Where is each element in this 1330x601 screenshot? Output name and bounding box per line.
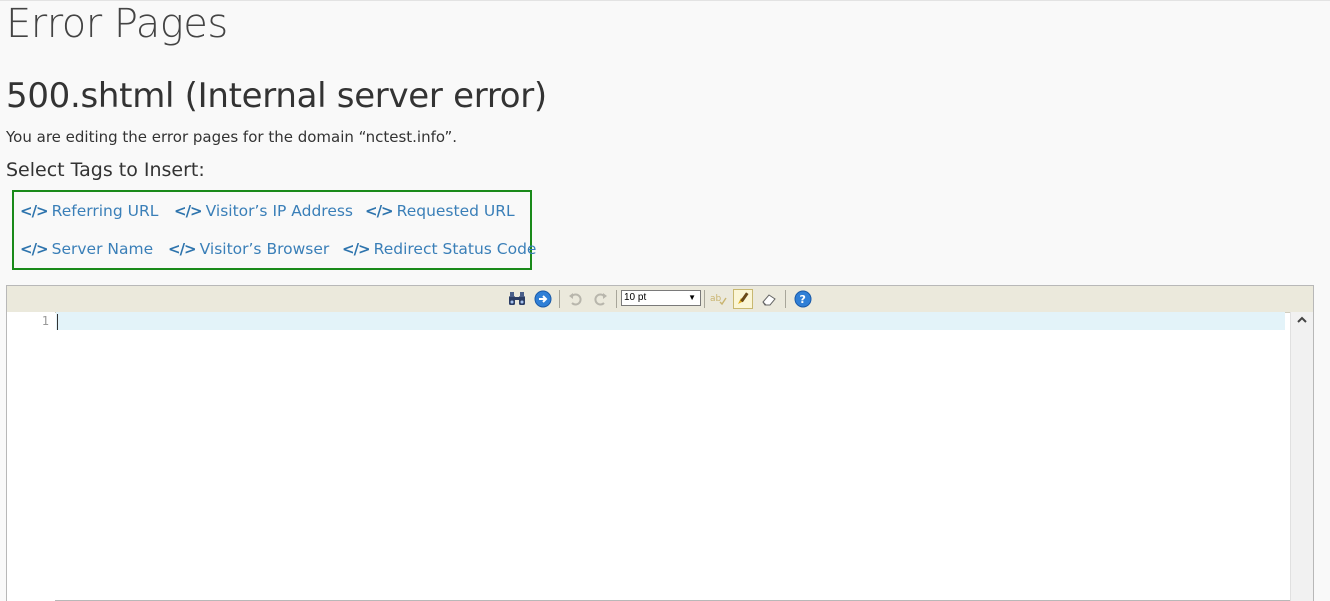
vertical-scrollbar[interactable] [1290, 312, 1313, 601]
undo-icon[interactable] [565, 289, 585, 309]
code-icon: </> [20, 240, 49, 258]
code-icon: </> [174, 202, 203, 220]
domain-description: You are editing the error pages for the … [6, 128, 458, 146]
code-icon: </> [342, 240, 371, 258]
code-icon: </> [168, 240, 197, 258]
line-number: 1 [41, 314, 49, 328]
active-line-highlight[interactable] [56, 312, 1285, 330]
tag-visitor-ip[interactable]: </> Visitor’s IP Address [174, 201, 353, 221]
tag-insert-box: </> Referring URL </> Visitor’s IP Address… [12, 190, 536, 270]
font-size-select[interactable]: 10 pt ▼ [621, 290, 701, 306]
reset-icon[interactable] [759, 289, 779, 309]
tag-label: Referring URL [51, 202, 159, 220]
spellcheck-icon[interactable]: ab [708, 289, 728, 309]
section-title: 500.shtml (Internal server error) [6, 76, 547, 116]
chevron-down-icon: ▼ [688, 293, 696, 302]
toolbar-separator [785, 290, 786, 308]
tag-label: Requested URL [396, 202, 515, 220]
code-icon: </> [365, 202, 394, 220]
editor-toolbar: 10 pt ▼ ab ? [7, 286, 1313, 313]
text-cursor [57, 314, 58, 330]
highlight-icon[interactable] [733, 289, 753, 309]
tag-visitor-browser[interactable]: </> Visitor’s Browser [168, 239, 329, 259]
go-to-line-icon[interactable] [533, 289, 553, 309]
tag-redirect-status[interactable]: </> Redirect Status Code [342, 239, 536, 259]
tag-label: Visitor’s Browser [199, 240, 330, 258]
toolbar-separator [559, 290, 560, 308]
tag-label: Redirect Status Code [373, 240, 537, 258]
tags-heading: Select Tags to Insert: [6, 159, 205, 181]
search-icon[interactable] [507, 289, 527, 309]
svg-text:?: ? [800, 293, 806, 306]
font-size-value: 10 pt [624, 292, 647, 303]
chevron-up-icon[interactable] [1291, 314, 1313, 328]
toolbar-separator [616, 290, 617, 308]
help-icon[interactable]: ? [793, 289, 813, 309]
toolbar-separator [704, 290, 705, 308]
code-icon: </> [20, 202, 49, 220]
code-editor: 10 pt ▼ ab ? 1 [6, 285, 1314, 601]
redo-icon[interactable] [591, 289, 611, 309]
tag-server-name[interactable]: </> Server Name [20, 239, 153, 259]
page-title: Error Pages [6, 1, 228, 47]
tag-label: Server Name [51, 240, 154, 258]
tag-referring-url[interactable]: </> Referring URL [20, 201, 158, 221]
tag-label: Visitor’s IP Address [205, 202, 354, 220]
tag-requested-url[interactable]: </> Requested URL [365, 201, 515, 221]
line-number-gutter: 1 [7, 312, 55, 601]
